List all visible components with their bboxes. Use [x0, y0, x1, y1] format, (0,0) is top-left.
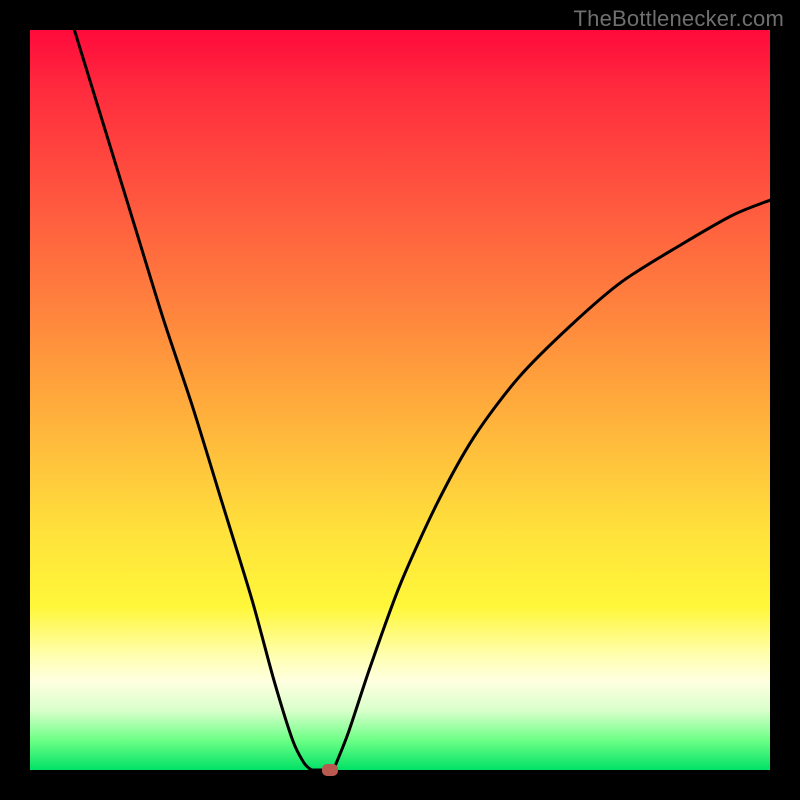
chart-frame: TheBottlenecker.com	[0, 0, 800, 800]
bottleneck-curve	[30, 30, 770, 770]
optimum-marker	[322, 764, 338, 776]
watermark-text: TheBottlenecker.com	[574, 6, 784, 32]
curve-path	[74, 30, 770, 772]
plot-area	[30, 30, 770, 770]
